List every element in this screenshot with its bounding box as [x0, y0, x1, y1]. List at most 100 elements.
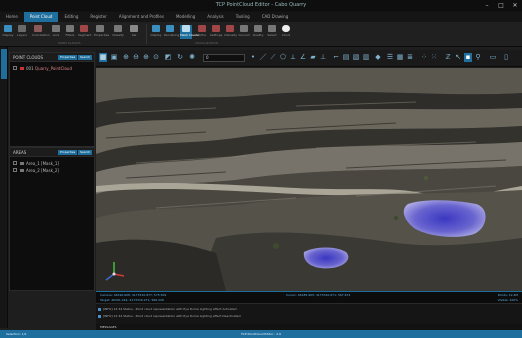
tab-analysis[interactable]: Analysis [201, 12, 229, 22]
display-icon [4, 25, 12, 32]
lock-button[interactable]: Lock [50, 25, 62, 39]
angle-icon[interactable]: ∠ [299, 53, 307, 62]
message-log: [INFO] 12:34 Status - Point cloud repres… [96, 303, 522, 324]
rendering-button[interactable]: Rendering [164, 25, 179, 39]
sel-button[interactable]: Sel [128, 25, 140, 39]
panel-icon[interactable]: ▭ [489, 53, 497, 62]
area-name: Area_2 [Mask_2] [26, 168, 59, 173]
areas-panel: AREAS Properties Search Area_1 [Mask_1] … [9, 147, 95, 291]
axes-icon[interactable]: ℤ [444, 53, 452, 62]
properties-badge[interactable]: Properties [58, 55, 78, 60]
target-coords: Target: 46201.244; 4173316.271; 566.228 [100, 298, 164, 302]
minimize-button[interactable]: – [482, 1, 492, 10]
tab-cad-drawing[interactable]: CAD Drawing [256, 12, 295, 22]
list-item[interactable]: 001 Quarry_PointCloud [10, 65, 94, 72]
tab-point-cloud[interactable]: Point Cloud [23, 12, 59, 22]
window-controls: – □ ✕ [482, 1, 520, 10]
display-vis-button[interactable]: Display [150, 25, 162, 39]
classify-button[interactable]: Classify [112, 25, 124, 39]
cut-icon[interactable]: ▥ [362, 53, 370, 62]
clip-box-icon[interactable]: ▤ [342, 53, 350, 62]
ground-icon [240, 25, 248, 32]
ribbon-tabs: Home Point Cloud Editing Register Alignm… [0, 12, 522, 22]
properties-button[interactable]: Properties [94, 25, 109, 39]
colorization-button[interactable]: Colorization [32, 25, 50, 39]
layers-icon[interactable]: ☰ [386, 53, 394, 62]
tab-editing[interactable]: Editing [58, 12, 84, 22]
rotate-icon[interactable]: ↻ [176, 53, 184, 62]
view-select[interactable]: 0 [203, 54, 245, 62]
cube-icon[interactable]: ◩ [164, 53, 172, 62]
point-cloud-name: 001 Quarry_PointCloud [26, 66, 72, 71]
area-measure-icon[interactable]: ▰ [309, 53, 317, 62]
intensity-button[interactable]: Intensity [224, 25, 237, 39]
list-item[interactable]: Area_1 [Mask_1] [10, 160, 94, 167]
mesh-icon [182, 25, 190, 32]
properties-badge[interactable]: Properties [58, 150, 78, 155]
ortho-button[interactable]: Ortho [196, 25, 208, 39]
globe-icon[interactable]: ✺ [188, 53, 196, 62]
visibility-checkbox[interactable] [13, 66, 17, 70]
tab-tooling[interactable]: Tooling [230, 12, 256, 22]
status-bar: Selection: 1/1 TCP PointCloud Editor - 2… [0, 330, 522, 338]
polygon-icon[interactable]: ⬠ [279, 53, 287, 62]
scatter-icon[interactable]: ⁙ [430, 53, 438, 62]
segment-icon [80, 25, 88, 32]
3d-viewport[interactable] [96, 68, 522, 291]
points-icon[interactable]: ⁘ [420, 53, 428, 62]
ribbon: Display Layers Colorization Lock Filters… [0, 22, 522, 47]
cloud-button[interactable]: Cloud [280, 25, 292, 39]
info-icon [98, 308, 101, 311]
pin-icon[interactable]: ⚲ [474, 53, 482, 62]
visibility-checkbox[interactable] [13, 161, 17, 165]
point-icon[interactable]: • [249, 53, 257, 62]
screen-icon[interactable]: ▯ [502, 53, 510, 62]
line-icon[interactable]: ／ [259, 53, 267, 62]
info-icon [98, 315, 101, 318]
intensity-icon [226, 25, 234, 32]
zoom-out-icon[interactable]: ⊖ [132, 53, 140, 62]
tab-alignment[interactable]: Alignment and Profiles [113, 12, 170, 22]
highlight-icon[interactable]: ▪ [464, 53, 472, 62]
close-button[interactable]: ✕ [510, 1, 520, 10]
tab-modelling[interactable]: Modelling [170, 12, 201, 22]
search-badge[interactable]: Search [78, 150, 93, 155]
visibility-checkbox[interactable] [13, 168, 17, 172]
table-icon[interactable]: ▦ [396, 53, 404, 62]
ground-button[interactable]: Ground [238, 25, 250, 39]
maximize-button[interactable]: □ [496, 1, 506, 10]
quality-button[interactable]: Quality [252, 25, 264, 39]
display-button[interactable]: Display [2, 25, 14, 39]
layers-button[interactable]: Layers [16, 25, 28, 39]
display-icon [152, 25, 160, 32]
profile-icon[interactable]: ⊥ [319, 53, 327, 62]
workspace-tab[interactable] [1, 49, 7, 79]
settings-button[interactable]: Settings [210, 25, 222, 39]
grid-icon[interactable]: ▦ [99, 53, 107, 62]
pick-icon[interactable]: ◆ [374, 53, 382, 62]
view-icon[interactable]: ▣ [110, 53, 118, 62]
layers-icon [18, 25, 26, 32]
filters-button[interactable]: Filters [64, 25, 76, 39]
tab-register[interactable]: Register [84, 12, 112, 22]
section-icon[interactable]: ⌐ [332, 53, 340, 62]
segment-button[interactable]: Segment [78, 25, 92, 39]
areas-panel-title: AREAS [13, 150, 27, 155]
select-button[interactable]: Select [266, 25, 278, 39]
zoom-window-icon[interactable]: ⊕ [142, 53, 150, 62]
quality-icon [254, 25, 262, 32]
list-icon[interactable]: ≣ [406, 53, 414, 62]
search-badge[interactable]: Search [78, 55, 93, 60]
mesh-create-button[interactable]: Mesh Create [180, 25, 199, 39]
polyline-icon[interactable]: ⟋ [269, 53, 277, 62]
messages-tab-label: MESSAGES [100, 325, 117, 329]
properties-icon [96, 25, 104, 32]
zoom-fit-icon[interactable]: ⊙ [152, 53, 160, 62]
zoom-in-icon[interactable]: ⊕ [122, 53, 130, 62]
measure-icon[interactable]: ⟂ [289, 53, 297, 62]
tab-home[interactable]: Home [0, 12, 24, 22]
list-item[interactable]: Area_2 [Mask_2] [10, 167, 94, 174]
clip-plane-icon[interactable]: ▧ [352, 53, 360, 62]
title-bar: TCP PointCloud Editor - Cabo Quarry – □ … [0, 0, 522, 12]
pointer-icon[interactable]: ↖ [454, 53, 462, 62]
